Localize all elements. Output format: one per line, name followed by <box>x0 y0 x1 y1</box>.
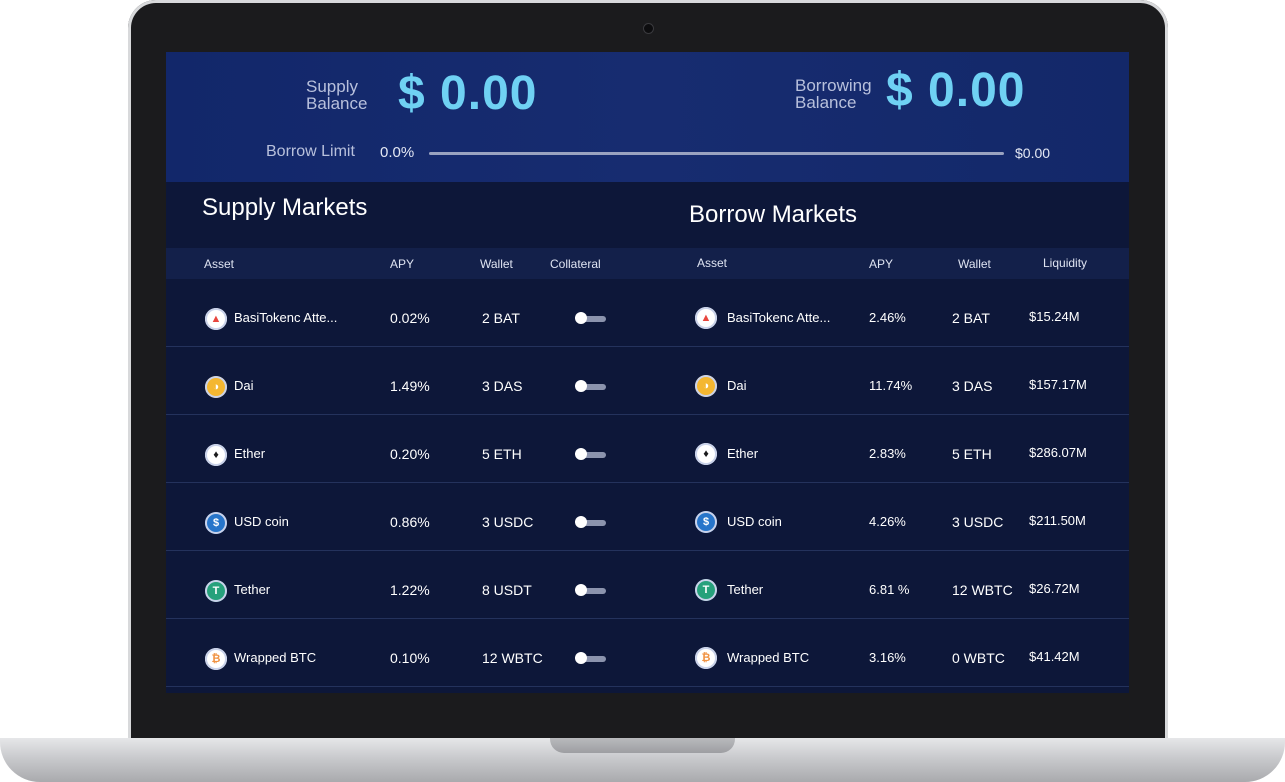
borrow-liquidity: $286.07M <box>1029 445 1087 460</box>
borrow-apy: 6.81 % <box>869 582 910 597</box>
borrow-liquidity: $41.42M <box>1029 649 1080 664</box>
supply-balance-label-2: Balance <box>306 94 368 113</box>
supply-asset-name: Dai <box>234 378 254 393</box>
toggle-knob <box>575 448 587 460</box>
borrow-wallet-balance: 12 WBTC <box>952 582 1013 598</box>
supply-asset-name: USD coin <box>234 514 289 529</box>
collateral-toggle[interactable] <box>575 516 606 528</box>
borrow-wallet-balance: 0 WBTC <box>952 650 1005 666</box>
supply-asset-name: Wrapped BTC <box>234 650 317 665</box>
borrow-wallet-balance: 2 BAT <box>952 310 990 326</box>
borrow-liquidity: $15.24M <box>1029 309 1080 324</box>
dai-icon: ◑ <box>205 376 227 398</box>
borrow-wallet-balance: 3 DAS <box>952 378 993 394</box>
borrow-apy: 4.26% <box>869 514 906 529</box>
supply-wallet-balance: 5 ETH <box>482 446 522 462</box>
toggle-knob <box>575 584 587 596</box>
collateral-toggle[interactable] <box>575 652 606 664</box>
toggle-knob <box>575 312 587 324</box>
table-row: ₿ Wrapped BTC 0.10% 12 WBTC ₿ Wrapped BTC 3.16… <box>166 619 1129 687</box>
borrowing-balance-label-2: Balance <box>795 93 857 112</box>
borrow-apy: 2.46% <box>869 310 906 325</box>
wbtc-icon: ₿ <box>695 647 717 669</box>
borrow-header-wallet: Wallet <box>958 257 991 271</box>
supply-wallet-balance: 3 DAS <box>482 378 523 394</box>
toggle-knob <box>575 652 587 664</box>
supply-wallet-balance: 12 WBTC <box>482 650 543 666</box>
supply-header-apy: APY <box>390 257 415 271</box>
table-row: $ USD coin 0.86% 3 USDC $ USD coin 4.26% 3 USDC… <box>166 483 1129 551</box>
row-divider <box>166 686 1129 687</box>
supply-wallet-balance: 8 USDT <box>482 582 532 598</box>
supply-balance-label-1: Supply <box>306 77 358 96</box>
markets-panel: Supply Markets Borrow Markets Asset APY … <box>166 182 1129 693</box>
supply-apy: 0.86% <box>390 514 430 530</box>
webcam <box>643 23 654 34</box>
borrow-limit-bar <box>429 152 1004 155</box>
laptop-notch <box>550 738 735 753</box>
dai-icon: ◑ <box>695 375 717 397</box>
supply-header-wallet: Wallet <box>480 257 513 271</box>
balance-summary: Supply Balance $ 0.00 Borrowing Balance … <box>166 52 1129 182</box>
bat-icon: ▲ <box>695 307 717 329</box>
supply-apy: 1.49% <box>390 378 430 394</box>
ether-icon: ♦ <box>695 443 717 465</box>
borrow-asset-name: Tether <box>727 582 764 597</box>
borrow-limit-percent: 0.0% <box>380 144 415 161</box>
bat-icon: ▲ <box>205 308 227 330</box>
supply-asset-name: Ether <box>234 446 266 461</box>
table-row: T Tether 1.22% 8 USDT T Tether 6.81 % 12 WBTC $2… <box>166 551 1129 619</box>
borrow-asset-name: Wrapped BTC <box>727 650 810 665</box>
borrow-apy: 2.83% <box>869 446 906 461</box>
borrow-asset-name: USD coin <box>727 514 782 529</box>
supply-apy: 1.22% <box>390 582 430 598</box>
toggle-knob <box>575 516 587 528</box>
borrow-liquidity: $157.17M <box>1029 377 1087 392</box>
supply-wallet-balance: 2 BAT <box>482 310 520 326</box>
supply-apy: 0.10% <box>390 650 430 666</box>
borrow-markets-title: Borrow Markets <box>689 201 858 228</box>
ether-icon: ♦ <box>205 444 227 466</box>
supply-markets-title: Supply Markets <box>202 194 368 221</box>
collateral-toggle[interactable] <box>575 584 606 596</box>
supply-header-asset: Asset <box>204 257 235 271</box>
table-row: ◑ Dai 1.49% 3 DAS ◑ Dai 11.74% 3 DAS $157.17M <box>166 347 1129 415</box>
borrow-limit-label: Borrow Limit <box>266 143 355 160</box>
borrow-asset-name: Ether <box>727 446 759 461</box>
supply-apy: 0.02% <box>390 310 430 326</box>
supply-wallet-balance: 3 USDC <box>482 514 534 530</box>
usdc-icon: $ <box>205 512 227 534</box>
collateral-toggle[interactable] <box>575 380 606 392</box>
collateral-toggle[interactable] <box>575 312 606 324</box>
supply-asset-name: Tether <box>234 582 271 597</box>
borrow-header-liquidity: Liquidity <box>1043 256 1088 270</box>
supply-header-collateral: Collateral <box>550 257 601 271</box>
borrow-limit-max: $0.00 <box>1015 145 1051 161</box>
collateral-toggle[interactable] <box>575 448 606 460</box>
supply-balance-value: $ 0.00 <box>398 67 538 120</box>
tether-icon: T <box>695 579 717 601</box>
borrow-header-apy: APY <box>869 257 894 271</box>
borrowing-balance-label-1: Borrowing <box>795 76 872 95</box>
borrow-liquidity: $211.50M <box>1029 513 1086 528</box>
borrow-asset-name: Dai <box>727 378 747 393</box>
toggle-knob <box>575 380 587 392</box>
borrow-apy: 3.16% <box>869 650 906 665</box>
wbtc-icon: ₿ <box>205 648 227 670</box>
borrow-header-asset: Asset <box>697 256 728 270</box>
borrow-liquidity: $26.72M <box>1029 581 1080 596</box>
supply-apy: 0.20% <box>390 446 430 462</box>
borrow-asset-name: BasiTokenc Atte... <box>727 310 831 325</box>
table-row: ▲ BasiTokenc Atte... 0.02% 2 BAT ▲ BasiTokenc… <box>166 279 1129 347</box>
usdc-icon: $ <box>695 511 717 533</box>
borrow-wallet-balance: 5 ETH <box>952 446 992 462</box>
borrow-wallet-balance: 3 USDC <box>952 514 1004 530</box>
borrow-apy: 11.74% <box>869 378 913 393</box>
app-screen: Supply Balance $ 0.00 Borrowing Balance … <box>166 52 1129 693</box>
borrowing-balance-value: $ 0.00 <box>886 64 1026 117</box>
tether-icon: T <box>205 580 227 602</box>
supply-asset-name: BasiTokenc Atte... <box>234 310 338 325</box>
table-row: ♦ Ether 0.20% 5 ETH ♦ Ether 2.83% 5 ETH $286.07M <box>166 415 1129 483</box>
